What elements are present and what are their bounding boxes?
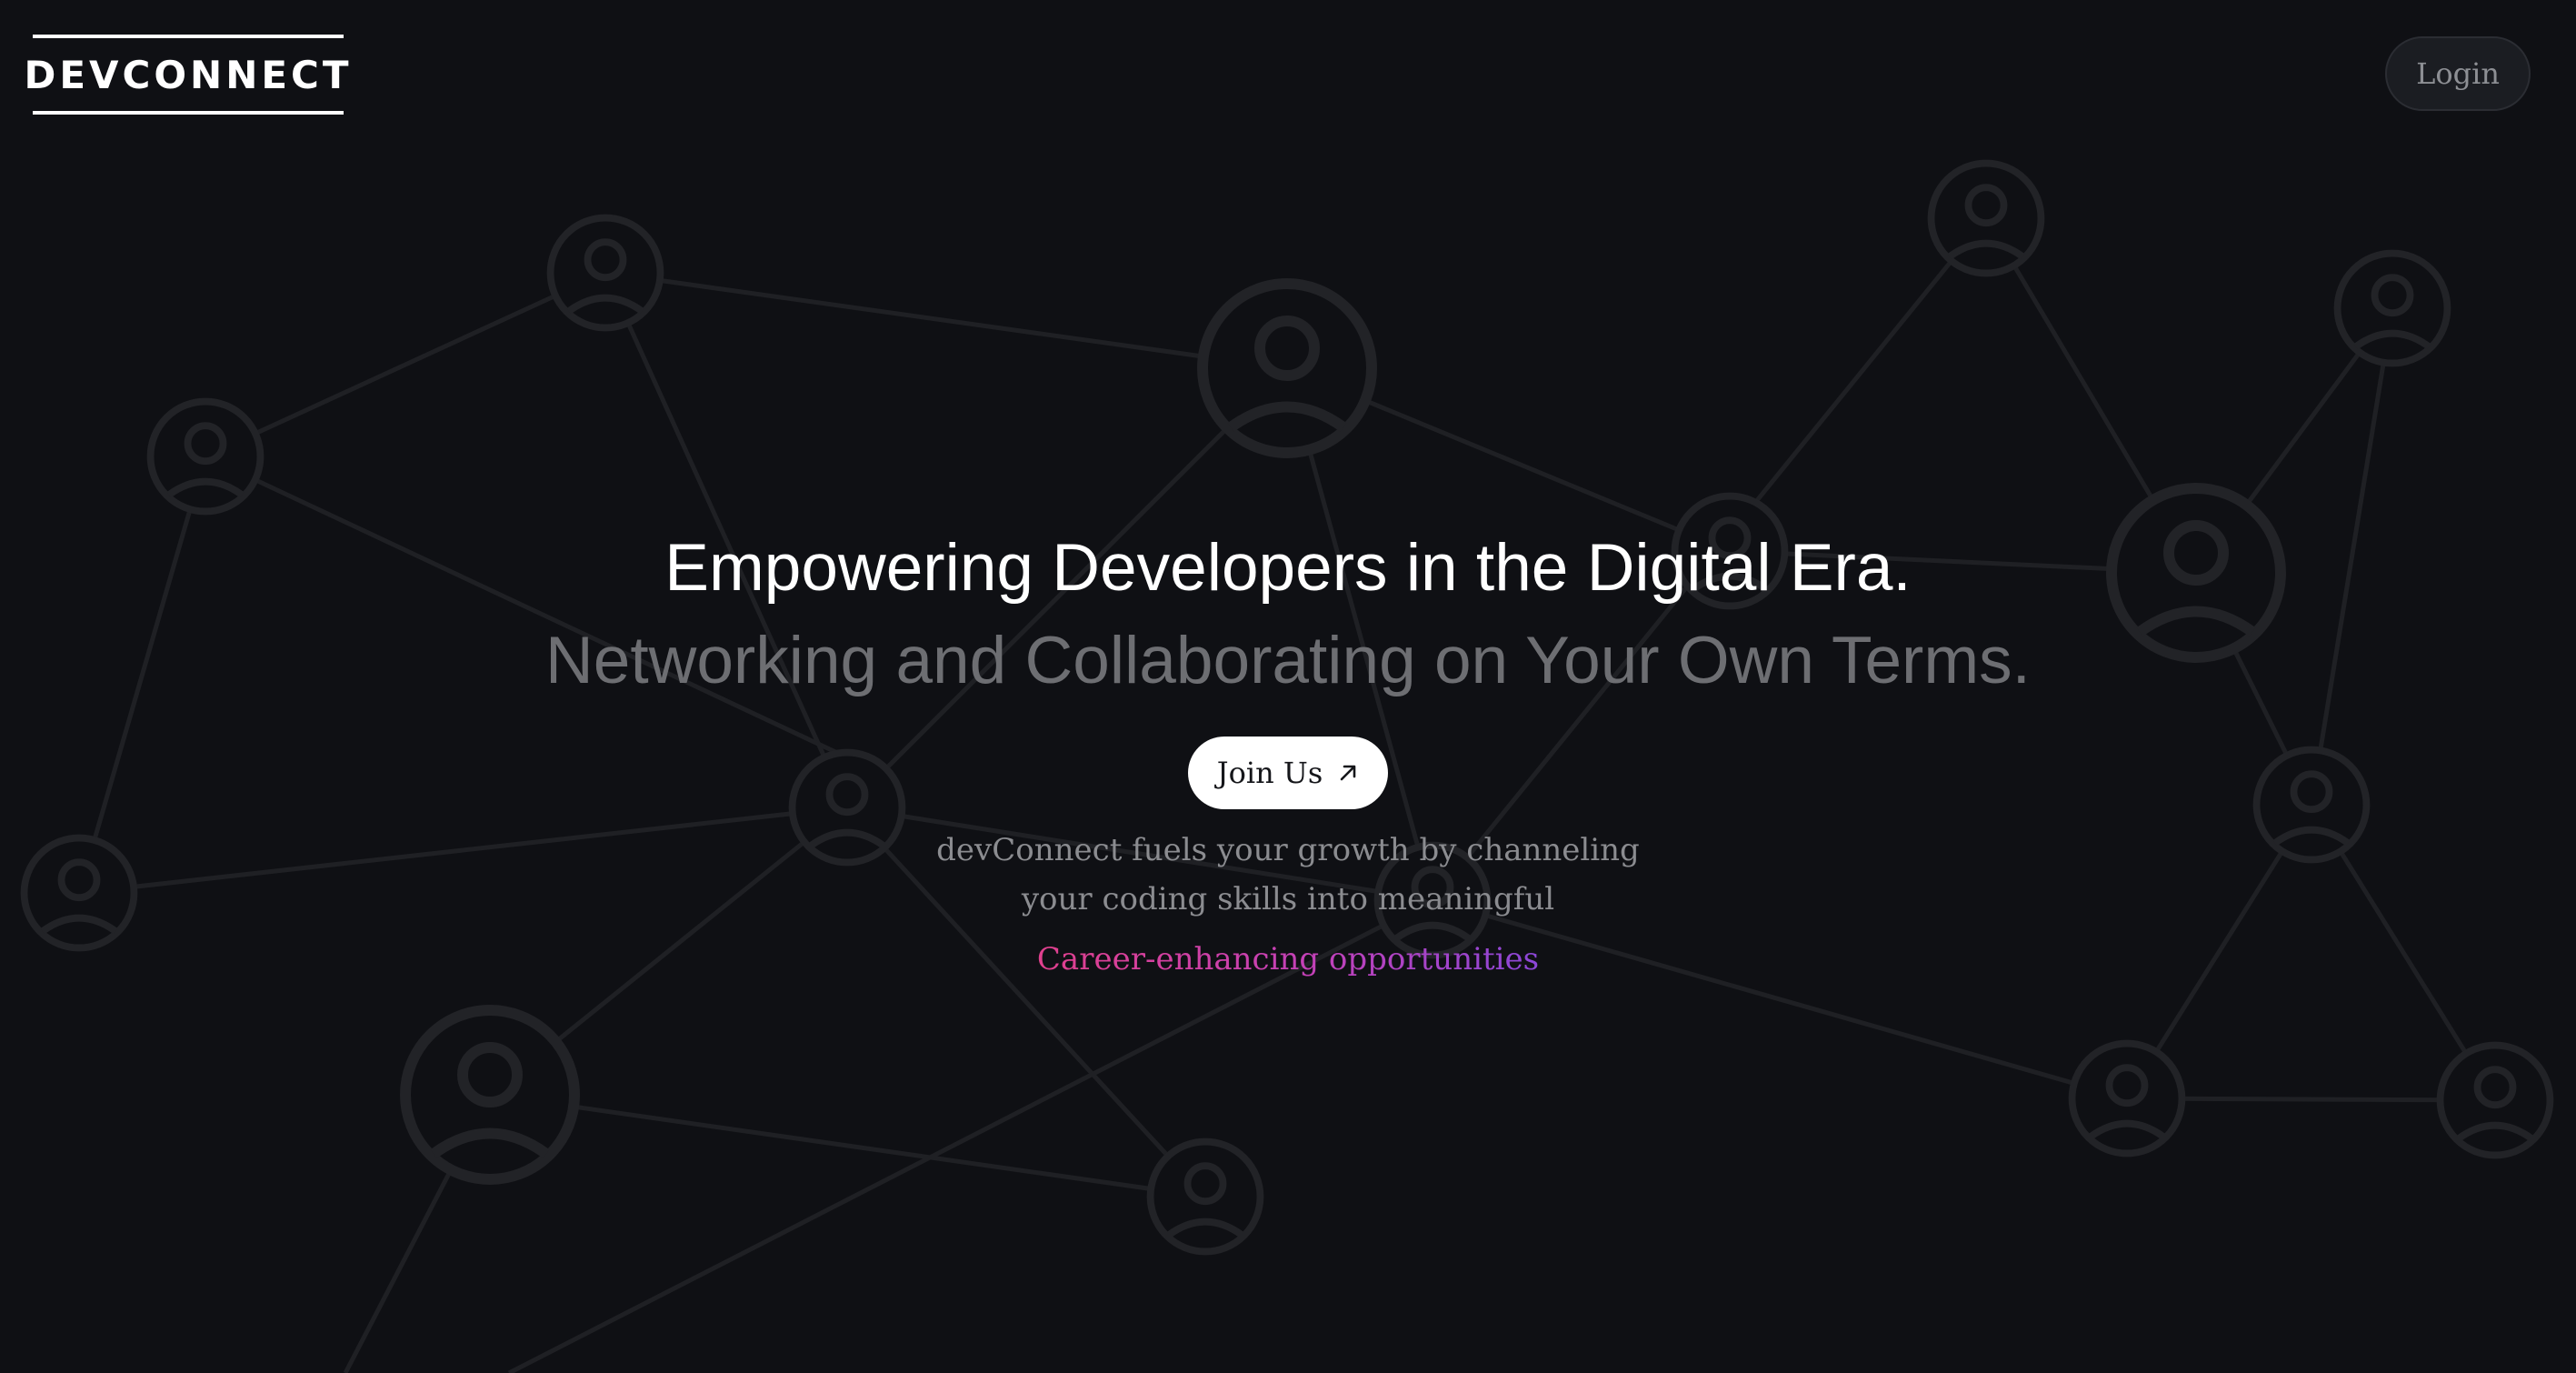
user-avatar-icon xyxy=(400,1005,580,1185)
description-line: your coding skills into meaningful xyxy=(1021,881,1555,917)
user-avatar-icon xyxy=(1197,278,1377,458)
network-nodes xyxy=(20,159,2554,1256)
landing-page: DEVCONNECT Login Empowering Developers i… xyxy=(0,0,2576,1373)
user-avatar-icon xyxy=(2436,1041,2554,1159)
join-us-label: Join Us xyxy=(1216,756,1323,790)
logo-text: DEVCONNECT xyxy=(24,52,353,97)
career-highlight: Career-enhancing opportunities xyxy=(0,937,2576,982)
description-line: devConnect fuels your growth by channeli… xyxy=(936,832,1640,868)
hero-description: devConnect fuels your growth by channeli… xyxy=(0,826,2576,924)
arrow-up-right-icon xyxy=(1340,765,1356,781)
hero-section: Empowering Developers in the Digital Era… xyxy=(0,527,2576,702)
hero-title: Empowering Developers in the Digital Era… xyxy=(664,531,1912,605)
user-avatar-icon xyxy=(1146,1137,1264,1256)
hero-subtitle: Networking and Collaborating on Your Own… xyxy=(545,624,2031,697)
logo[interactable]: DEVCONNECT xyxy=(24,35,349,115)
join-us-button[interactable]: Join Us xyxy=(1188,737,1388,809)
user-avatar-icon xyxy=(1927,159,2045,277)
user-avatar-icon xyxy=(2068,1039,2186,1158)
user-avatar-icon xyxy=(546,214,664,332)
user-avatar-icon xyxy=(2333,249,2451,367)
login-button[interactable]: Login xyxy=(2385,36,2531,111)
career-highlight-text: Career-enhancing opportunities xyxy=(1036,941,1540,977)
user-avatar-icon xyxy=(146,397,265,516)
